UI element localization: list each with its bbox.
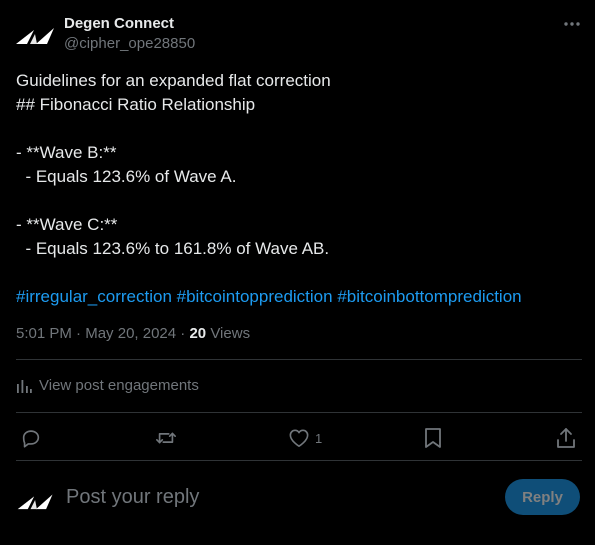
post-meta: 5:01 PM · May 20, 2024 · 20 Views: [16, 324, 250, 344]
post-time[interactable]: 5:01 PM: [16, 325, 72, 342]
hashtag-link[interactable]: #bitcoinbottomprediction: [337, 287, 521, 306]
divider: [16, 460, 582, 461]
bookmark-action-button[interactable]: [423, 426, 443, 450]
bar-chart-icon: [17, 380, 32, 393]
view-engagements-link[interactable]: View post engagements: [16, 376, 199, 396]
post-line: - **Wave B:**: [16, 143, 117, 162]
views-count: 20: [189, 325, 207, 342]
hashtag-link[interactable]: #irregular_correction: [16, 287, 172, 306]
post-date[interactable]: May 20, 2024: [85, 325, 176, 342]
engagements-label: View post engagements: [39, 377, 199, 394]
divider: [16, 412, 582, 413]
bookmark-icon: [425, 428, 441, 448]
post-line: Guidelines for an expanded flat correcti…: [16, 71, 331, 90]
post-line: [16, 189, 576, 213]
share-action-button[interactable]: [556, 426, 576, 450]
retweet-icon: [156, 432, 176, 444]
share-icon: [557, 428, 575, 448]
retweet-action-button[interactable]: [154, 426, 178, 450]
author-handle[interactable]: @cipher_ope28850: [64, 35, 195, 53]
reply-action-button[interactable]: [20, 426, 42, 450]
post-line: - Equals 123.6% to 161.8% of Wave AB.: [16, 239, 330, 258]
hashtag-link[interactable]: #bitcointopprediction: [177, 287, 333, 306]
divider: [16, 359, 582, 360]
reply-input[interactable]: Post your reply: [66, 484, 486, 510]
like-count: 1: [315, 430, 323, 446]
meta-separator: ·: [76, 325, 82, 342]
degen-logo-icon: [17, 494, 53, 510]
post-line: - Equals 123.6% of Wave A.: [16, 167, 237, 186]
hashtag-list: #irregular_correction #bitcointoppredict…: [16, 285, 522, 309]
comment-icon: [22, 430, 40, 448]
more-dots-icon: [564, 22, 580, 26]
meta-separator: ·: [180, 325, 186, 342]
post-line: ## Fibonacci Ratio Relationship: [16, 95, 256, 114]
reply-button[interactable]: Reply: [505, 479, 580, 515]
views-label: Views: [210, 325, 251, 342]
post-line: - **Wave C:**: [16, 215, 118, 234]
degen-logo-icon[interactable]: [16, 22, 56, 46]
more-options-button[interactable]: [561, 14, 583, 34]
like-action-button[interactable]: 1: [288, 426, 322, 450]
heart-icon: [289, 429, 309, 447]
post-line: [16, 117, 576, 141]
author-name[interactable]: Degen Connect: [64, 15, 174, 33]
post-text: Guidelines for an expanded flat correcti…: [16, 69, 576, 261]
